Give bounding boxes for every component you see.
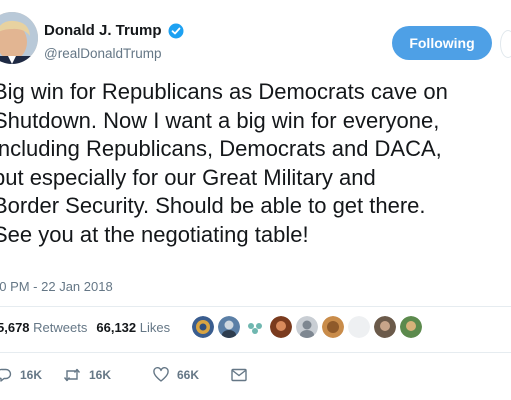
retweet-count-stat[interactable]: 5,678 Retweets — [0, 320, 87, 335]
action-bar: 16K 16K 66K — [0, 365, 247, 385]
handle[interactable]: @realDonaldTrump — [44, 46, 162, 61]
reply-icon — [0, 368, 12, 382]
liker-avatar[interactable] — [244, 316, 266, 338]
like-button[interactable]: 66K — [153, 367, 213, 383]
heart-icon — [153, 367, 169, 382]
liker-avatar[interactable] — [192, 316, 214, 338]
display-name[interactable]: Donald J. Trump — [44, 22, 162, 39]
liker-avatars — [192, 316, 422, 338]
divider-bottom — [0, 352, 511, 353]
author-name-row: Donald J. Trump — [44, 22, 184, 39]
retweet-button[interactable]: 16K — [63, 367, 123, 383]
avatar[interactable] — [0, 12, 38, 64]
tweet-text: Big win for Republicans as Democrats cav… — [0, 79, 448, 247]
liker-avatar[interactable] — [322, 316, 344, 338]
retweet-count: 5,678 — [0, 320, 30, 335]
liker-avatar[interactable] — [218, 316, 240, 338]
reply-button[interactable]: 16K — [0, 367, 43, 383]
verified-badge-icon — [168, 23, 184, 39]
reply-count: 16K — [20, 368, 43, 382]
like-count-label: Likes — [139, 320, 171, 335]
retweet-action-count: 16K — [89, 368, 112, 382]
tweet-card: Donald J. Trump @realDonaldTrump Followi… — [0, 0, 511, 400]
following-button[interactable]: Following — [392, 26, 492, 60]
liker-avatar[interactable] — [374, 316, 396, 338]
liker-avatar[interactable] — [400, 316, 422, 338]
like-action-count: 66K — [177, 368, 200, 382]
timestamp[interactable]: 30 PM - 22 Jan 2018 — [0, 279, 113, 294]
retweet-icon — [63, 368, 81, 382]
more-options-button[interactable] — [500, 30, 511, 58]
liker-avatar[interactable] — [296, 316, 318, 338]
liker-avatar[interactable] — [270, 316, 292, 338]
divider-top — [0, 306, 511, 307]
like-count: 66,132 — [96, 320, 137, 335]
liker-avatar[interactable] — [348, 316, 370, 338]
like-count-stat[interactable]: 66,132 Likes — [96, 320, 170, 335]
engagement-stats: 5,678 Retweets 66,132 Likes — [0, 320, 170, 335]
direct-message-button[interactable] — [231, 368, 247, 382]
envelope-icon — [231, 368, 247, 382]
retweet-count-label: Retweets — [33, 320, 88, 335]
